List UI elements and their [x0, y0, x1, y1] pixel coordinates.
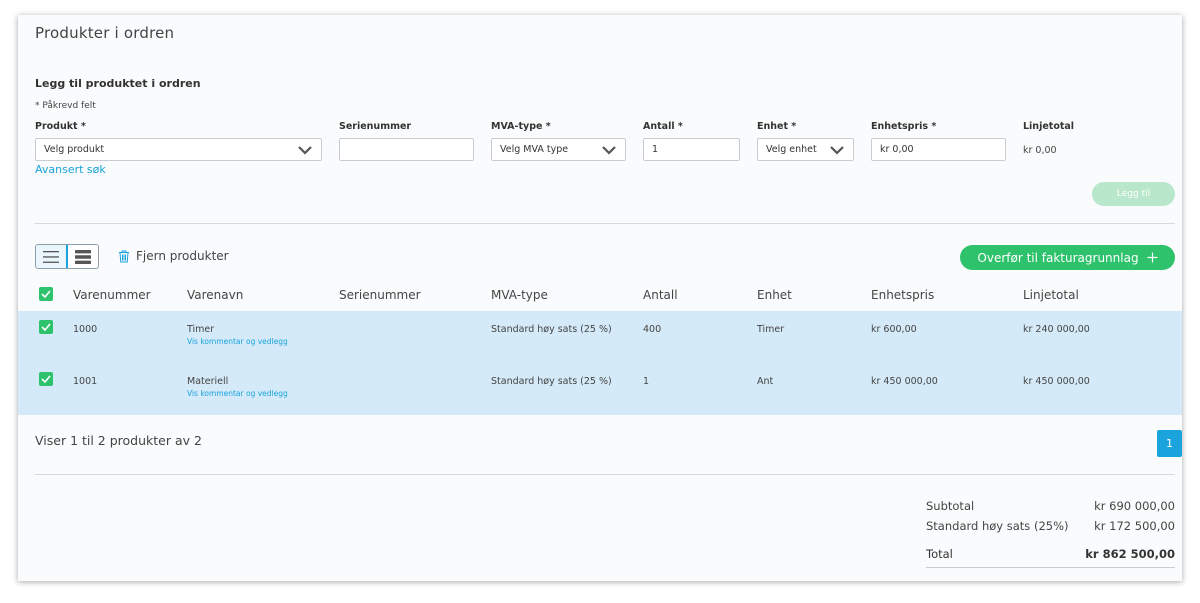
produkt-select-value: Velg produkt	[44, 144, 105, 155]
product-name: Timer	[187, 324, 215, 335]
vat-label: Standard høy sats (25%)	[926, 519, 1069, 533]
cell-linjetotal: kr 240 000,00	[1023, 324, 1090, 335]
linjetotal-value: kr 0,00	[1023, 145, 1057, 156]
subtotal-label: Subtotal	[926, 499, 975, 513]
enhetspris-input[interactable]: kr 0,00	[871, 138, 1006, 161]
page-title: Produkter i ordren	[35, 24, 175, 42]
cell-varenavn: Materiell Vis kommentar og vedlegg	[187, 376, 288, 398]
cell-linjetotal: kr 450 000,00	[1023, 376, 1090, 387]
plus-icon	[1147, 252, 1158, 263]
chevron-down-icon	[830, 146, 844, 155]
remove-products-button[interactable]: Fjern produkter	[118, 249, 229, 263]
produkt-select[interactable]: Velg produkt	[35, 138, 322, 161]
totals-underline	[926, 567, 1175, 568]
enhet-select[interactable]: Velg enhet	[757, 138, 854, 161]
cell-varenummer: 1000	[73, 324, 98, 335]
pagination-summary: Viser 1 til 2 produkter av 2	[35, 433, 202, 448]
required-field-note: * Påkrevd felt	[35, 101, 96, 111]
mva-label: MVA-type *	[491, 121, 551, 132]
cell-mva: Standard høy sats (25 %)	[491, 376, 612, 387]
transfer-to-invoice-label: Overfør til fakturagrunnlag	[977, 250, 1139, 265]
list-view-button[interactable]	[36, 245, 69, 268]
enhetspris-input-value: kr 0,00	[880, 144, 914, 155]
table-row[interactable]: 1000 Timer Vis kommentar og vedlegg Stan…	[18, 311, 1182, 363]
trash-icon	[119, 250, 129, 262]
product-name: Materiell	[187, 376, 229, 387]
order-products-card: Produkter i ordren Legg til produktet i …	[18, 15, 1182, 581]
total-value: kr 862 500,00	[1085, 547, 1175, 561]
col-header-enhetspris[interactable]: Enhetspris	[871, 288, 934, 302]
cell-varenavn: Timer Vis kommentar og vedlegg	[187, 324, 288, 346]
subtotal-value: kr 690 000,00	[1094, 499, 1175, 513]
row-checkbox[interactable]	[39, 320, 53, 334]
list-icon	[43, 250, 59, 263]
chevron-down-icon	[602, 146, 616, 155]
col-header-mva[interactable]: MVA-type	[491, 288, 548, 302]
advanced-search-link[interactable]: Avansert søk	[35, 163, 106, 176]
col-header-varenummer[interactable]: Varenummer	[73, 288, 151, 302]
add-product-button[interactable]: Legg til	[1092, 182, 1175, 206]
transfer-to-invoice-button[interactable]: Overfør til fakturagrunnlag	[960, 245, 1175, 270]
linjetotal-label: Linjetotal	[1023, 121, 1075, 132]
check-icon	[41, 290, 51, 298]
page-button-1[interactable]: 1	[1157, 430, 1182, 457]
remove-products-label: Fjern produkter	[136, 249, 229, 263]
cell-enhetspris: kr 450 000,00	[871, 376, 938, 387]
cell-antall: 400	[643, 324, 662, 335]
enhetspris-label: Enhetspris *	[871, 121, 937, 132]
mva-select[interactable]: Velg MVA type	[491, 138, 626, 161]
antall-input[interactable]: 1	[643, 138, 740, 161]
cell-mva: Standard høy sats (25 %)	[491, 324, 612, 335]
cell-antall: 1	[643, 376, 650, 387]
col-header-linjetotal[interactable]: Linjetotal	[1023, 288, 1079, 302]
cell-enhet: Ant	[757, 376, 774, 387]
compact-list-icon	[74, 249, 91, 264]
vat-value: kr 172 500,00	[1094, 519, 1175, 533]
cell-enhet: Timer	[757, 324, 785, 335]
col-header-enhet[interactable]: Enhet	[757, 288, 792, 302]
row-checkbox[interactable]	[39, 372, 53, 386]
enhet-label: Enhet *	[757, 121, 797, 132]
chevron-down-icon	[298, 146, 312, 155]
cell-enhetspris: kr 600,00	[871, 324, 917, 335]
mva-select-value: Velg MVA type	[500, 144, 569, 155]
serienummer-input[interactable]	[339, 138, 474, 161]
produkt-label: Produkt *	[35, 121, 86, 132]
divider	[35, 223, 1175, 224]
check-icon	[41, 375, 51, 383]
cell-varenummer: 1001	[73, 376, 98, 387]
compact-view-button[interactable]	[67, 245, 98, 268]
view-toggle	[35, 244, 99, 269]
total-label: Total	[926, 547, 953, 561]
add-product-section-title: Legg til produktet i ordren	[35, 77, 201, 90]
check-icon	[41, 323, 51, 331]
table-row[interactable]: 1001 Materiell Vis kommentar og vedlegg …	[18, 363, 1182, 415]
show-comment-link[interactable]: Vis kommentar og vedlegg	[187, 337, 288, 346]
antall-label: Antall *	[643, 121, 683, 132]
select-all-checkbox[interactable]	[39, 287, 53, 301]
col-header-antall[interactable]: Antall	[643, 288, 678, 302]
antall-input-value: 1	[652, 144, 659, 155]
show-comment-link[interactable]: Vis kommentar og vedlegg	[187, 389, 288, 398]
serienummer-label: Serienummer	[339, 121, 412, 132]
col-header-serienummer[interactable]: Serienummer	[339, 288, 421, 302]
col-header-varenavn[interactable]: Varenavn	[187, 288, 243, 302]
enhet-select-value: Velg enhet	[766, 144, 817, 155]
divider	[35, 474, 1175, 475]
